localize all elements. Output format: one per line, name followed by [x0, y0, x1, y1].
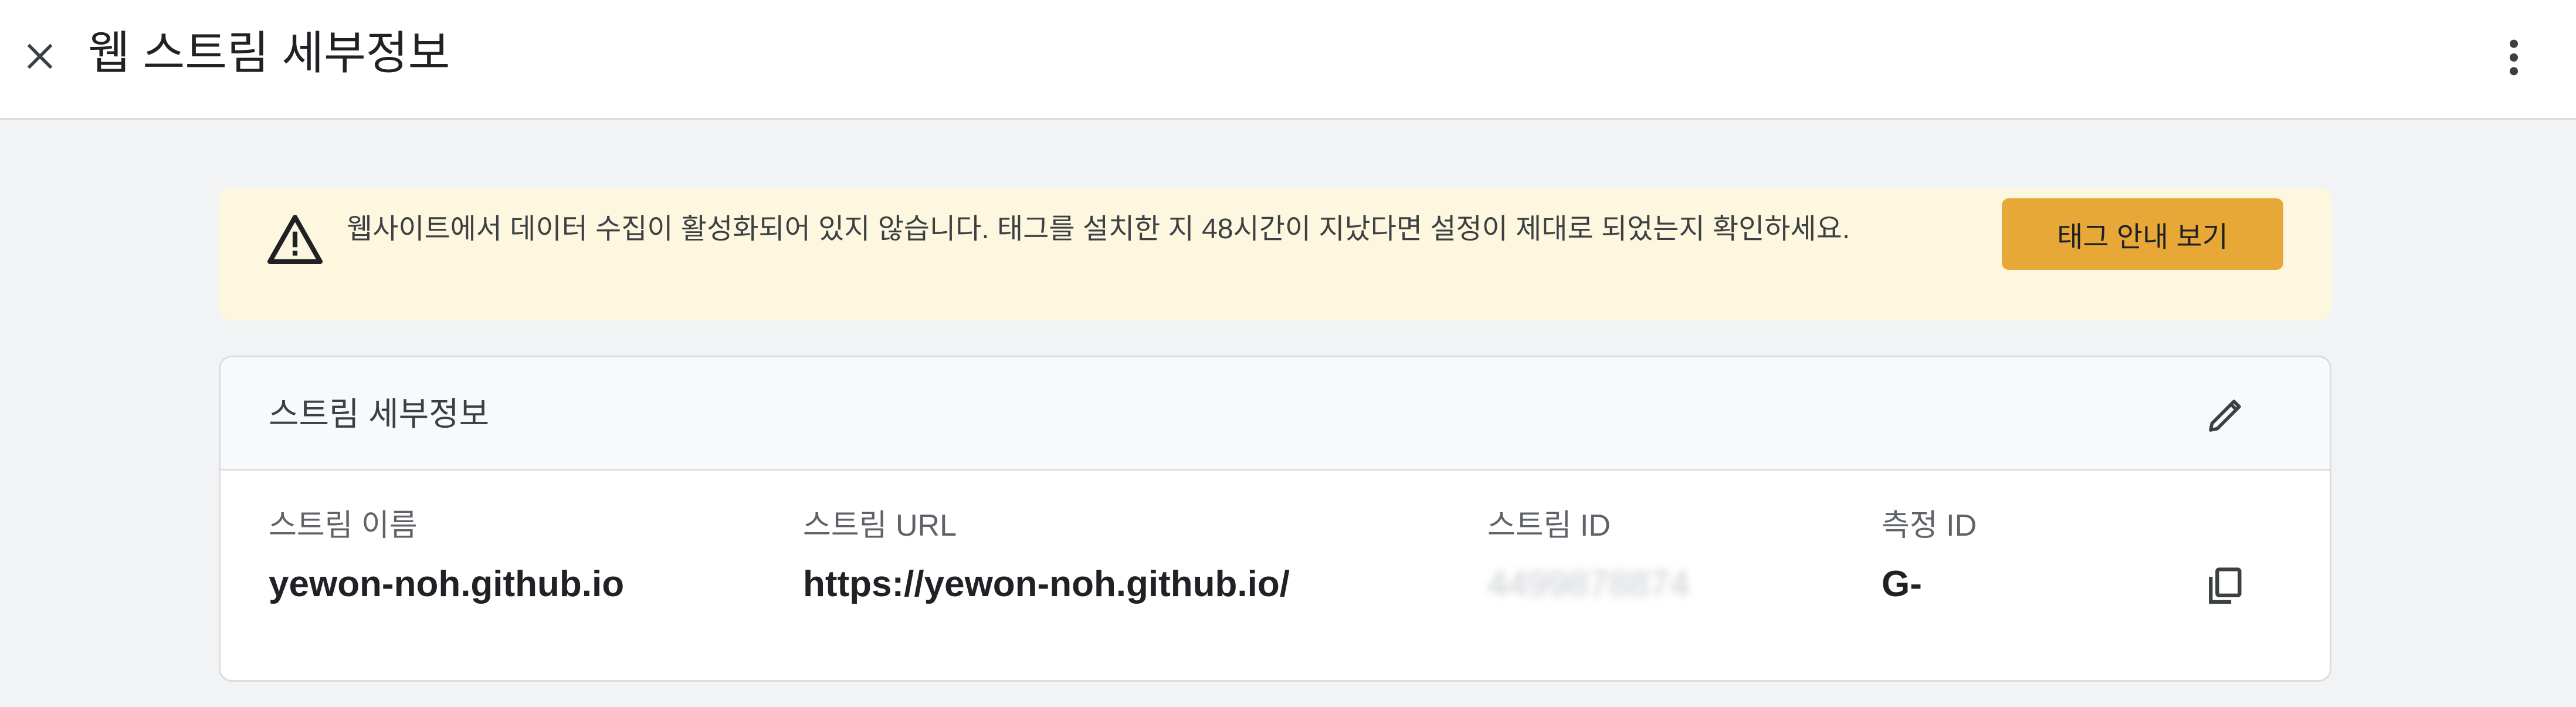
- stream-name-label: 스트림 이름: [269, 509, 418, 543]
- close-icon: [27, 43, 53, 69]
- measurement-id-field: 측정 ID G-: [1882, 504, 1977, 610]
- stream-id-field: 스트림 ID 4499878874: [1487, 504, 1690, 610]
- card-header: 스트림 세부정보: [221, 357, 2330, 471]
- copy-measurement-id-button[interactable]: [2195, 557, 2254, 615]
- view-tag-guide-button[interactable]: 태그 안내 보기: [2002, 198, 2283, 270]
- pencil-icon: [2209, 400, 2241, 432]
- measurement-id-value: G-: [1882, 564, 1922, 604]
- measurement-id-label: 측정 ID: [1882, 509, 1977, 543]
- card-title: 스트림 세부정보: [269, 395, 490, 432]
- more-vert-icon: [2510, 39, 2518, 76]
- top-app-bar: 웹 스트림 세부정보: [0, 0, 2576, 120]
- stream-id-value: 4499878874: [1487, 564, 1690, 604]
- stream-url-value: https://yewon-noh.github.io/: [803, 564, 1290, 604]
- stream-url-label: 스트림 URL: [803, 509, 957, 543]
- warning-message: 웹사이트에서 데이터 수집이 활성화되어 있지 않습니다. 태그를 설치한 지 …: [347, 214, 1850, 245]
- close-button[interactable]: [13, 29, 67, 83]
- copy-icon: [2209, 567, 2242, 604]
- more-options-button[interactable]: [2485, 28, 2543, 87]
- edit-button[interactable]: [2195, 387, 2254, 445]
- stream-name-field: 스트림 이름 yewon-noh.github.io: [269, 504, 624, 610]
- stream-name-value: yewon-noh.github.io: [269, 564, 625, 604]
- warning-icon: [267, 215, 323, 264]
- stream-id-label: 스트림 ID: [1487, 509, 1611, 543]
- stream-url-field: 스트림 URL https://yewon-noh.github.io/: [803, 504, 1290, 610]
- data-collection-warning-banner: 웹사이트에서 데이터 수집이 활성화되어 있지 않습니다. 태그를 설치한 지 …: [219, 188, 2331, 320]
- page-title: 웹 스트림 세부정보: [88, 27, 450, 79]
- stream-details-card: 스트림 세부정보 스트림 이름 yewon-noh.github.io 스트림 …: [219, 356, 2331, 682]
